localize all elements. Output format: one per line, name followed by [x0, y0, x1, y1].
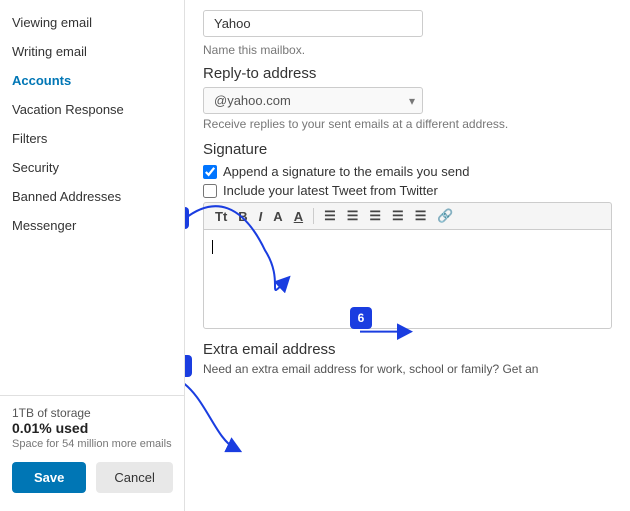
- cancel-button[interactable]: Cancel: [96, 462, 172, 493]
- signature-title: Signature: [203, 141, 612, 158]
- toolbar-ordered-list[interactable]: ☰: [344, 207, 362, 225]
- toolbar-justify[interactable]: ☰: [412, 207, 430, 225]
- reply-to-label: Reply-to address: [203, 65, 612, 82]
- editor-toolbar: Tt B I A A ☰ ☰ ☰ ☰ ☰ 🔗: [203, 202, 612, 229]
- toolbar-indent-right[interactable]: ☰: [389, 207, 407, 225]
- sidebar-item-vacation-response[interactable]: Vacation Response: [0, 95, 184, 124]
- editor-cursor: [212, 240, 213, 254]
- sidebar-item-viewing-email[interactable]: Viewing email: [0, 8, 184, 37]
- editor-body[interactable]: [203, 229, 612, 329]
- annotation-6: 6: [350, 307, 372, 329]
- reply-to-hint: Receive replies to your sent emails at a…: [203, 117, 612, 131]
- signature-option1-row: Append a signature to the emails you sen…: [203, 164, 612, 179]
- signature-option1-checkbox[interactable]: [203, 165, 217, 179]
- sidebar: Viewing email Writing email Accounts Vac…: [0, 0, 185, 511]
- annotation-5: 5: [185, 207, 189, 229]
- sidebar-bottom: 1TB of storage 0.01% used Space for 54 m…: [0, 395, 184, 503]
- storage-sub: Space for 54 million more emails: [12, 438, 172, 450]
- toolbar-indent-left[interactable]: ☰: [366, 207, 384, 225]
- sidebar-item-accounts[interactable]: Accounts: [0, 66, 184, 95]
- toolbar-bold[interactable]: B: [235, 208, 250, 225]
- signature-option2-label: Include your latest Tweet from Twitter: [223, 183, 438, 198]
- toolbar-italic[interactable]: I: [256, 208, 266, 225]
- toolbar-link[interactable]: 🔗: [434, 207, 456, 225]
- signature-option1-label: Append a signature to the emails you sen…: [223, 164, 469, 179]
- extra-email-section: Extra email address Need an extra email …: [203, 341, 612, 376]
- storage-used: 0.01% used: [12, 420, 172, 436]
- extra-email-title: Extra email address: [203, 341, 612, 358]
- sidebar-item-filters[interactable]: Filters: [0, 124, 184, 153]
- signature-option2-checkbox[interactable]: [203, 184, 217, 198]
- toolbar-separator-1: [313, 208, 314, 224]
- reply-to-select[interactable]: @yahoo.com: [203, 87, 423, 114]
- signature-editor: Tt B I A A ☰ ☰ ☰ ☰ ☰ 🔗: [203, 202, 612, 329]
- signature-option2-row: Include your latest Tweet from Twitter: [203, 183, 612, 198]
- toolbar-unordered-list[interactable]: ☰: [321, 207, 339, 225]
- action-buttons: Save Cancel: [12, 462, 172, 493]
- sidebar-item-security[interactable]: Security: [0, 153, 184, 182]
- save-button[interactable]: Save: [12, 462, 86, 493]
- signature-section: Signature Append a signature to the emai…: [203, 141, 612, 329]
- reply-to-wrapper: @yahoo.com: [203, 87, 423, 114]
- toolbar-font-highlight[interactable]: A: [291, 208, 306, 225]
- toolbar-text-style[interactable]: Tt: [212, 208, 230, 225]
- sidebar-item-writing-email[interactable]: Writing email: [0, 37, 184, 66]
- extra-email-desc: Need an extra email address for work, sc…: [203, 362, 612, 376]
- storage-label: 1TB of storage: [12, 406, 172, 420]
- toolbar-font-color[interactable]: A: [270, 208, 285, 225]
- sidebar-item-banned-addresses[interactable]: Banned Addresses: [0, 182, 184, 211]
- annotation-7: 7: [185, 355, 192, 377]
- sidebar-item-messenger[interactable]: Messenger: [0, 211, 184, 240]
- main-content: 5 6 7 Name this mailbox. Reply-to addres…: [185, 0, 630, 511]
- mailbox-name-input[interactable]: [203, 10, 423, 37]
- mailbox-hint: Name this mailbox.: [203, 43, 612, 57]
